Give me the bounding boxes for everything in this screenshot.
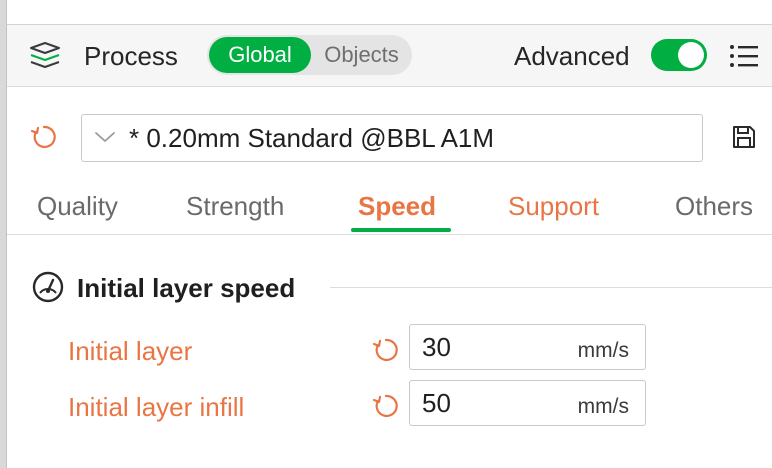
advanced-toggle[interactable] xyxy=(651,39,707,71)
tab-others[interactable]: Others xyxy=(675,190,753,222)
initial-layer-label: Initial layer xyxy=(68,336,193,366)
speedometer-icon xyxy=(31,270,65,304)
reset-arrow-icon[interactable] xyxy=(30,123,58,151)
initial-layer-infill-label: Initial layer infill xyxy=(68,392,245,422)
panel-splitter[interactable] xyxy=(0,0,7,468)
initial-layer-infill-input[interactable] xyxy=(422,387,552,419)
process-header: Process Global Objects Advanced xyxy=(7,25,772,87)
chevron-down-icon xyxy=(94,129,116,145)
global-mode-button[interactable]: Global xyxy=(209,37,311,73)
preset-name: * 0.20mm Standard @BBL A1M xyxy=(129,123,495,153)
tab-quality[interactable]: Quality xyxy=(37,190,118,222)
process-settings-panel: Process Global Objects Advanced * 0.20mm… xyxy=(0,0,772,468)
preset-dropdown[interactable]: * 0.20mm Standard @BBL A1M xyxy=(81,114,703,162)
initial-layer-infill-field: mm/s xyxy=(409,380,646,426)
tab-support[interactable]: Support xyxy=(508,190,599,222)
reset-arrow-icon[interactable] xyxy=(372,392,400,420)
top-strip xyxy=(7,0,772,25)
section-title: Initial layer speed xyxy=(77,273,296,303)
tab-speed[interactable]: Speed xyxy=(358,190,436,222)
layers-icon xyxy=(28,41,62,71)
initial-layer-input[interactable] xyxy=(422,331,552,363)
active-tab-indicator xyxy=(351,228,451,232)
list-icon[interactable] xyxy=(729,43,759,69)
process-title: Process xyxy=(84,41,178,71)
reset-arrow-icon[interactable] xyxy=(372,336,400,364)
unit-label: mm/s xyxy=(577,395,629,418)
tab-strength[interactable]: Strength xyxy=(186,190,284,222)
settings-tabs: Quality Strength Speed Support Others xyxy=(7,180,772,235)
save-icon[interactable] xyxy=(731,124,757,150)
toggle-knob xyxy=(678,42,704,68)
advanced-label: Advanced xyxy=(514,41,630,71)
global-objects-switch: Global Objects xyxy=(207,35,412,75)
initial-layer-field: mm/s xyxy=(409,324,646,370)
objects-mode-button[interactable]: Objects xyxy=(313,37,410,73)
section-divider xyxy=(330,287,772,288)
unit-label: mm/s xyxy=(577,339,629,362)
